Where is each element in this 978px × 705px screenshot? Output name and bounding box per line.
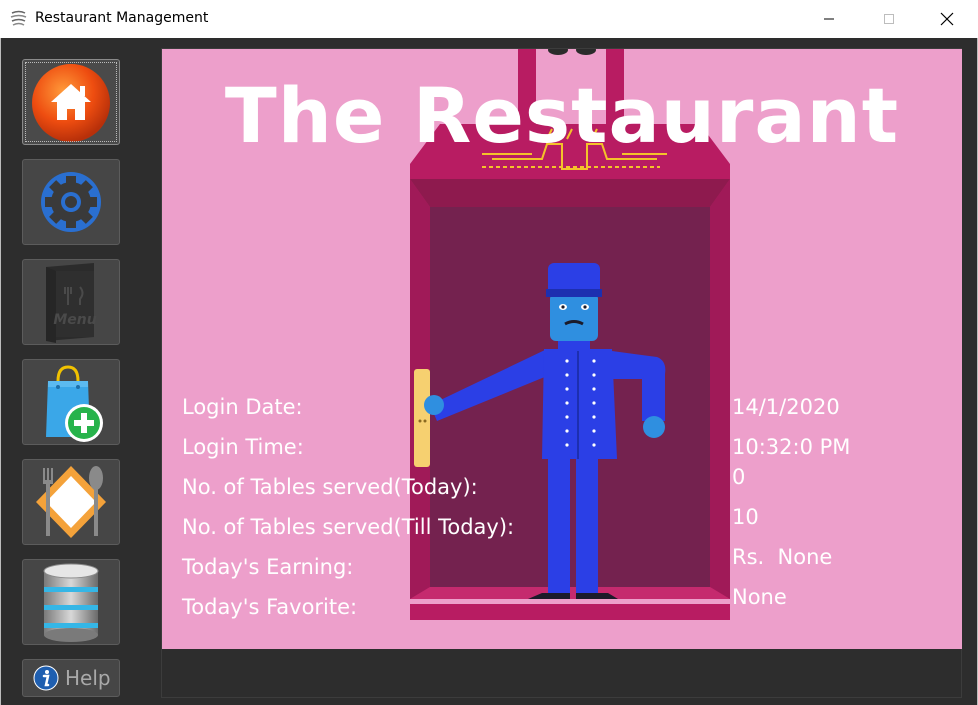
- database-icon: [43, 563, 99, 642]
- maximize-icon: [884, 14, 894, 24]
- help-button[interactable]: Help: [22, 659, 120, 697]
- sidebar-item-home[interactable]: [22, 59, 120, 145]
- sidebar-item-database[interactable]: [22, 559, 120, 645]
- app-logo-icon: [9, 9, 29, 29]
- shopping-bag-add-icon: [46, 365, 103, 442]
- menu-card-icon: Menu: [46, 263, 97, 343]
- sidebar-item-settings[interactable]: [22, 159, 120, 245]
- info-icon: [33, 665, 59, 691]
- help-label: Help: [65, 666, 111, 690]
- page-title: The Restaurant: [224, 71, 900, 160]
- favorite-today-value: None: [732, 585, 787, 609]
- close-icon: [940, 12, 954, 26]
- login-date-value: 14/1/2020: [732, 395, 840, 419]
- window-title: Restaurant Management: [35, 10, 209, 26]
- login-time-value: 10:32:0 PM: [732, 435, 851, 459]
- menu-icon-text: Menu: [53, 312, 96, 328]
- sidebar-item-add-order[interactable]: [22, 359, 120, 445]
- maximize-button[interactable]: [866, 0, 912, 38]
- cutlery-icon: [36, 466, 106, 538]
- close-button[interactable]: [924, 0, 970, 38]
- title-bar: Restaurant Management: [0, 0, 978, 38]
- sidebar-item-menu[interactable]: Menu: [22, 259, 120, 345]
- tables-total-label: No. of Tables served(Till Today):: [182, 515, 515, 539]
- dashboard-panel: The Restaurant Login Date: Login Time: N…: [162, 49, 962, 649]
- earning-today-value: Rs. None: [732, 545, 833, 569]
- home-icon: [32, 64, 110, 142]
- gear-icon: [41, 172, 101, 232]
- login-date-label: Login Date:: [182, 395, 303, 419]
- tables-today-value: 0: [732, 465, 746, 489]
- earning-today-label: Today's Earning:: [182, 555, 354, 579]
- tables-total-value: 10: [732, 505, 759, 529]
- sidebar-item-tables[interactable]: [22, 459, 120, 545]
- tables-today-label: No. of Tables served(Today):: [182, 475, 478, 499]
- login-time-label: Login Time:: [182, 435, 304, 459]
- minimize-icon: [824, 18, 834, 20]
- favorite-today-label: Today's Favorite:: [182, 595, 358, 619]
- window-border-left: [0, 38, 1, 705]
- minimize-button[interactable]: [806, 0, 852, 38]
